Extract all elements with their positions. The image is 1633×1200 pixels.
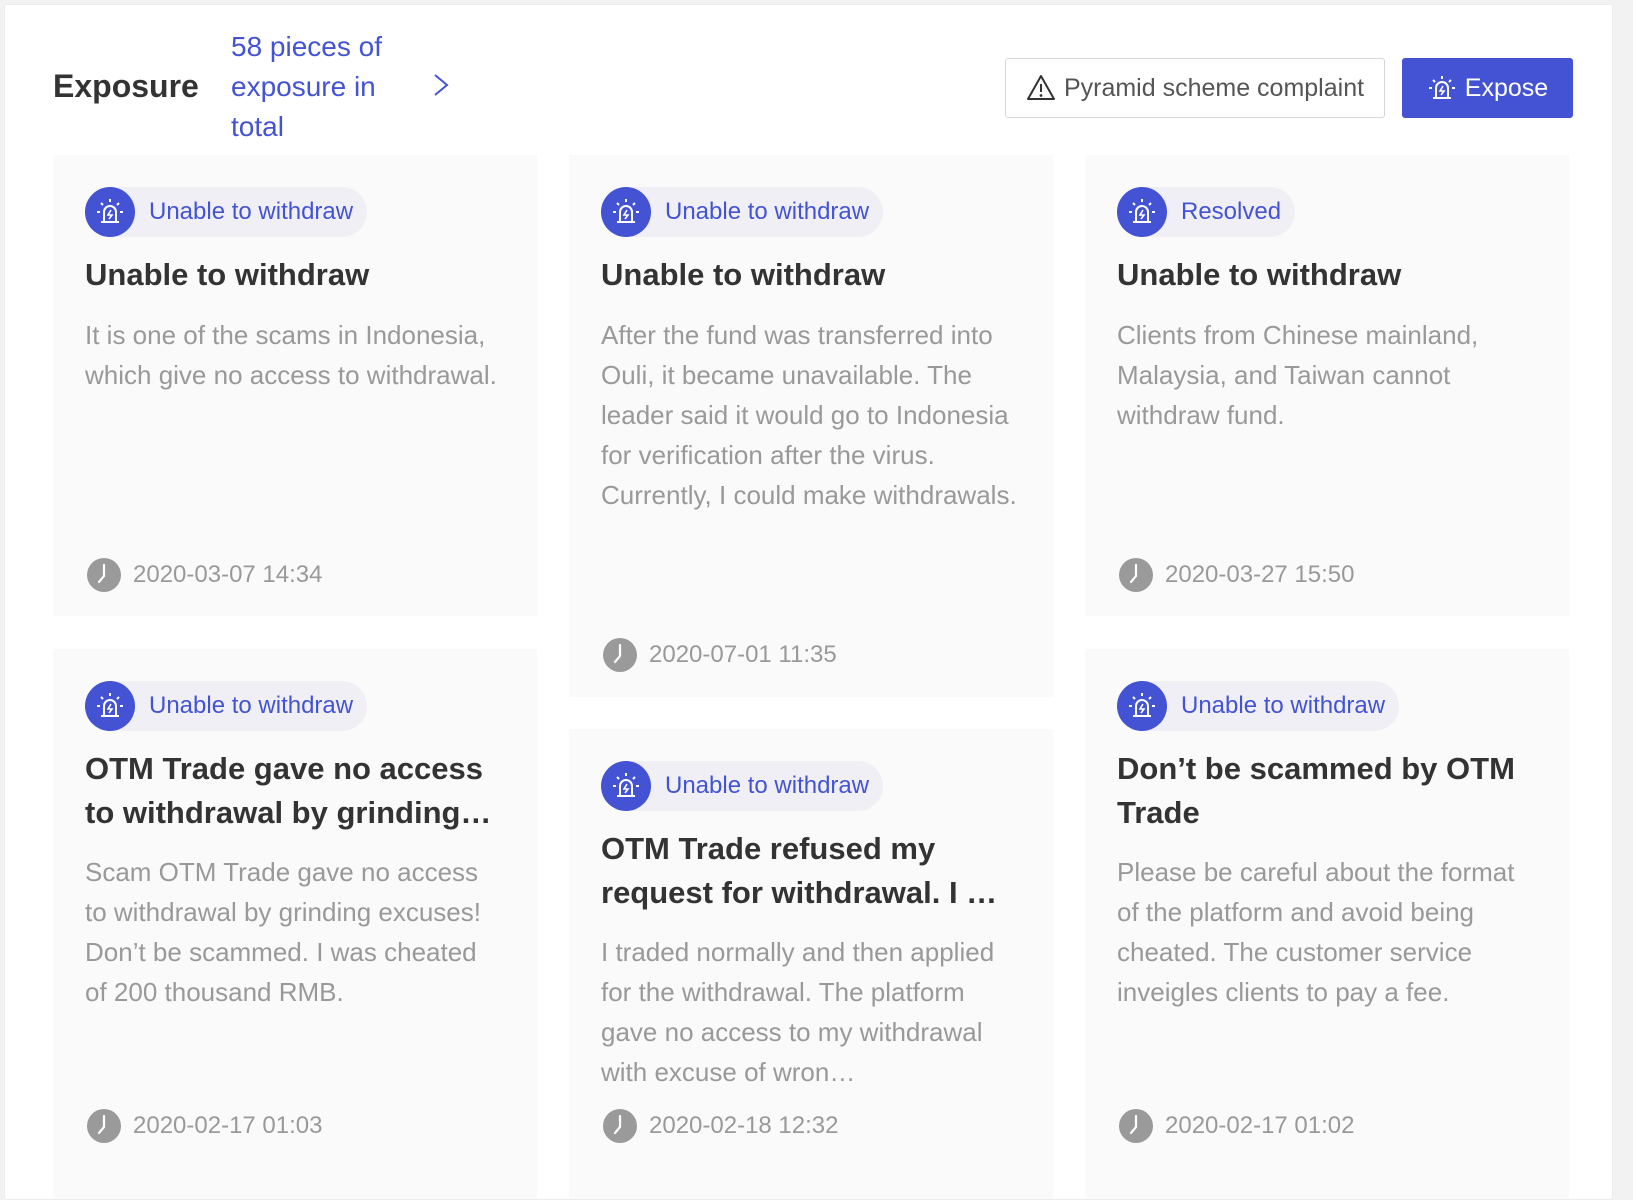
- card-tag-label: Resolved: [1181, 198, 1282, 225]
- card-date: 2020-02-18 12:32: [601, 1107, 839, 1145]
- card-tag[interactable]: Unable to withdraw: [1117, 681, 1400, 731]
- expose-label: Expose: [1464, 73, 1549, 102]
- clock-icon: [85, 556, 133, 594]
- card-title[interactable]: Unable to withdraw: [601, 253, 1029, 297]
- card-description: Scam OTM Trade gave no access to withdra…: [85, 857, 481, 1007]
- card-tag-label: Unable to withdraw: [1181, 692, 1386, 719]
- siren-icon: [1117, 681, 1167, 731]
- card-title[interactable]: Don’t be scammed by OTM Trade: [1117, 747, 1545, 835]
- card-tag-label: Unable to withdraw: [149, 692, 354, 719]
- card-title[interactable]: Unable to withdraw: [1117, 253, 1545, 297]
- section-title: Exposure: [53, 68, 199, 104]
- chevron-right-icon[interactable]: [427, 65, 457, 105]
- exposure-count-link[interactable]: 58 pieces of exposure in total: [231, 27, 411, 147]
- exposure-card[interactable]: Unable to withdraw Don’t be scammed by O…: [1085, 649, 1569, 1199]
- clock-icon: [601, 636, 649, 674]
- exposure-card[interactable]: Resolved Unable to withdraw Clients from…: [1085, 155, 1569, 616]
- card-date-text: 2020-03-27 15:50: [1165, 561, 1355, 588]
- card-title[interactable]: Unable to withdraw: [85, 253, 513, 297]
- clock-icon: [85, 1107, 133, 1145]
- card-date-text: 2020-03-07 14:34: [133, 561, 323, 588]
- exposure-card[interactable]: Unable to withdraw Unable to withdraw It…: [53, 155, 537, 616]
- card-date-text: 2020-07-01 11:35: [649, 641, 837, 668]
- siren-icon: [601, 761, 651, 811]
- card-tag-label: Unable to withdraw: [665, 772, 870, 799]
- card-date: 2020-07-01 11:35: [601, 636, 837, 674]
- card-date: 2020-02-17 01:03: [85, 1107, 323, 1145]
- card-date-text: 2020-02-17 01:03: [133, 1112, 323, 1139]
- card-date-text: 2020-02-17 01:02: [1165, 1112, 1355, 1139]
- card-description: I traded normally and then applied for t…: [601, 937, 995, 1087]
- card-date-text: 2020-02-18 12:32: [649, 1112, 839, 1139]
- card-description: Clients from Chinese mainland, Malaysia,…: [1117, 320, 1479, 430]
- clock-icon: [1117, 1107, 1165, 1145]
- clock-icon: [601, 1107, 649, 1145]
- exposure-card[interactable]: Unable to withdraw Unable to withdraw Af…: [569, 155, 1053, 697]
- card-title[interactable]: OTM Trade refused my request for withdra…: [601, 827, 1029, 915]
- pyramid-complaint-button[interactable]: Pyramid scheme complaint: [1005, 58, 1385, 118]
- clock-icon: [1117, 556, 1165, 594]
- siren-icon: [1117, 187, 1167, 237]
- card-description: It is one of the scams in Indonesia, whi…: [85, 320, 497, 390]
- expose-button[interactable]: Expose: [1402, 58, 1573, 118]
- siren-icon: [85, 681, 135, 731]
- exposure-card[interactable]: Unable to withdraw OTM Trade gave no acc…: [53, 649, 537, 1199]
- card-description: After the fund was transferred into Ouli…: [601, 320, 1017, 510]
- siren-icon: [85, 187, 135, 237]
- exposure-header: Exposure 58 pieces of exposure in total …: [53, 27, 1573, 147]
- card-tag[interactable]: Unable to withdraw: [85, 187, 368, 237]
- siren-icon: [1427, 73, 1457, 103]
- card-tag[interactable]: Unable to withdraw: [85, 681, 368, 731]
- warning-triangle-icon: [1026, 73, 1056, 103]
- exposure-card[interactable]: Unable to withdraw OTM Trade refused my …: [569, 729, 1053, 1199]
- exposure-panel: Exposure 58 pieces of exposure in total …: [4, 4, 1613, 1200]
- card-tag[interactable]: Resolved: [1117, 187, 1296, 237]
- card-tag[interactable]: Unable to withdraw: [601, 761, 884, 811]
- card-title[interactable]: OTM Trade gave no access to withdrawal b…: [85, 747, 513, 835]
- card-date: 2020-03-07 14:34: [85, 556, 323, 594]
- siren-icon: [601, 187, 651, 237]
- card-date: 2020-03-27 15:50: [1117, 556, 1355, 594]
- card-tag-label: Unable to withdraw: [149, 198, 354, 225]
- card-description: Please be careful about the format of th…: [1117, 857, 1515, 1007]
- pyramid-complaint-label: Pyramid scheme complaint: [1063, 73, 1365, 102]
- card-tag[interactable]: Unable to withdraw: [601, 187, 884, 237]
- card-date: 2020-02-17 01:02: [1117, 1107, 1355, 1145]
- card-tag-label: Unable to withdraw: [665, 198, 870, 225]
